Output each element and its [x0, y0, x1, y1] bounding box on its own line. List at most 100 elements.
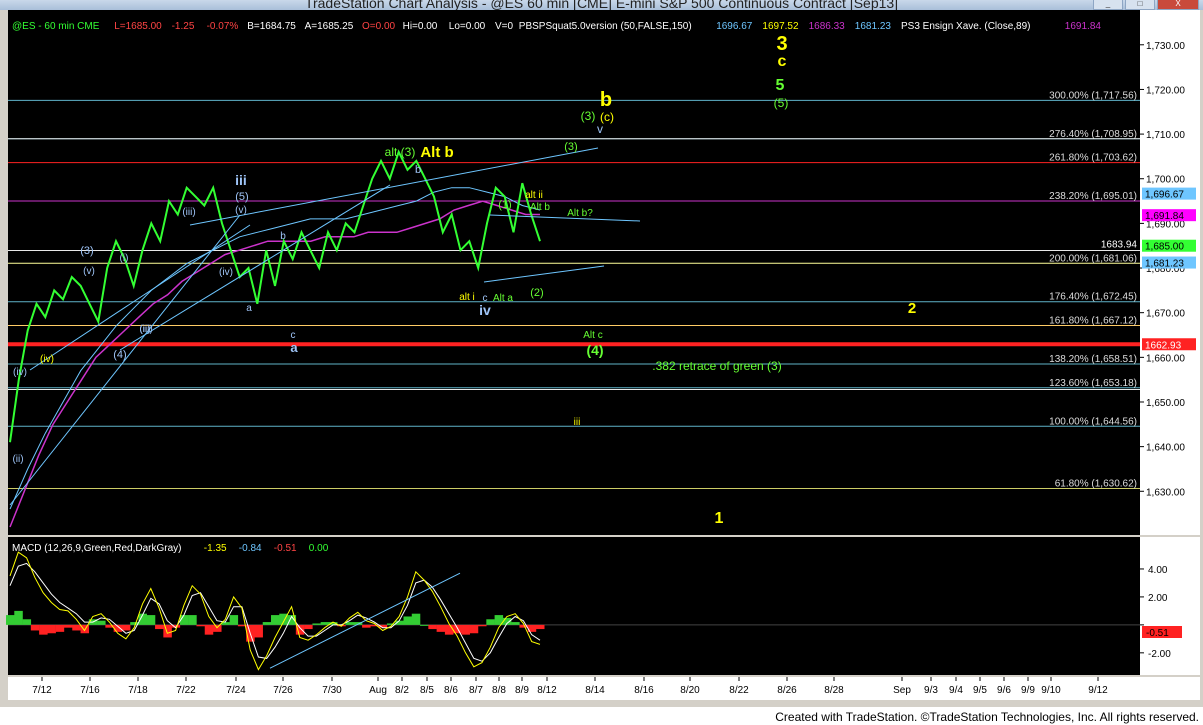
macd-legend-item: -0.84	[239, 543, 262, 554]
x-tick-label: 8/22	[729, 685, 749, 696]
macd-histogram-bar	[271, 615, 280, 625]
wave-label: a	[246, 303, 252, 314]
macd-histogram-bar	[486, 619, 495, 625]
x-tick-label: 8/6	[444, 685, 458, 696]
x-tick-label: 9/6	[997, 685, 1011, 696]
fib-label: 238.20% (1,695.01)	[1049, 191, 1137, 202]
macd-histogram-bar	[436, 624, 446, 632]
y-tick-label: 1,700.00	[1146, 175, 1185, 186]
macd-legend-item: -1.35	[204, 543, 227, 554]
wave-label: (2)	[530, 287, 543, 299]
macd-panel	[8, 537, 1140, 675]
fib-label: 123.60% (1,653.18)	[1049, 378, 1137, 389]
footer: Created with TradeStation. ©TradeStation…	[0, 707, 1203, 725]
close-button[interactable]: X	[1157, 0, 1199, 10]
macd-legend-item: 0.00	[309, 543, 329, 554]
x-tick-label: Sep	[893, 685, 911, 696]
wave-label: Alt b?	[567, 208, 593, 219]
fib-label: 61.80% (1,630.62)	[1055, 479, 1137, 490]
wave-label: Alt c	[583, 330, 602, 341]
macd-value-tag-label: -0.51	[1146, 628, 1169, 639]
x-tick-label: 9/12	[1088, 685, 1108, 696]
wave-label: Alt b	[530, 202, 550, 213]
fib-label: 200.00% (1,681.06)	[1049, 253, 1137, 264]
wave-label: (ii)	[139, 324, 150, 335]
macd-histogram-bar	[63, 624, 73, 628]
legend-item: @ES - 60 min CME	[12, 21, 100, 32]
legend-item: 1696.67	[716, 21, 753, 32]
macd-histogram-bar	[411, 613, 421, 625]
x-tick-label: 9/10	[1041, 685, 1061, 696]
macd-histogram-bar	[420, 624, 429, 626]
legend-item: 1681.23	[855, 21, 892, 32]
fib-label: 161.80% (1,667.12)	[1049, 316, 1137, 327]
macd-histogram-bar	[146, 615, 156, 625]
wave-label: iii	[574, 417, 581, 428]
window-titlebar: TradeStation Chart Analysis - @ES 60 min…	[0, 0, 1203, 10]
macd-y-tick-label: 2.00	[1148, 593, 1168, 604]
axis-value-tag-label: 1,691.84	[1145, 211, 1184, 222]
x-tick-label: 9/4	[949, 685, 963, 696]
x-tick-label: 8/5	[420, 685, 434, 696]
window-controls: _ □ X	[1093, 0, 1199, 10]
x-tick-label: 7/22	[176, 685, 196, 696]
macd-histogram-bar	[428, 624, 437, 630]
wave-label: (ii)	[12, 454, 23, 465]
window-title: TradeStation Chart Analysis - @ES 60 min…	[304, 0, 899, 10]
wave-label: (5)	[774, 96, 789, 110]
y-tick-label: 1,670.00	[1146, 309, 1185, 320]
wave-label: alt (3)	[385, 145, 416, 159]
x-tick-label: 8/2	[395, 685, 409, 696]
macd-histogram-bar	[47, 624, 56, 634]
axis-value-tag-label: 1,681.23	[1145, 259, 1184, 270]
minimize-button[interactable]: _	[1093, 0, 1123, 10]
wave-label: (i)	[120, 253, 129, 264]
legend-item: O=0.00	[362, 21, 396, 32]
macd-histogram-bar	[30, 624, 40, 631]
maximize-button[interactable]: □	[1125, 0, 1155, 10]
axis-value-tag-label: 1,685.00	[1145, 242, 1184, 253]
macd-histogram-bar	[14, 610, 23, 625]
fib-label: 100.00% (1,644.56)	[1049, 416, 1137, 427]
wave-label: 5	[776, 77, 785, 94]
wave-label: 1	[715, 510, 724, 527]
macd-histogram-bar	[312, 623, 321, 625]
legend-item: Lo=0.00	[449, 21, 486, 32]
fib-label: 276.40% (1,708.95)	[1049, 129, 1137, 140]
legend-item: -0.07%	[207, 21, 239, 32]
wave-label: 2	[908, 300, 916, 317]
wave-label: alt i	[459, 292, 475, 303]
macd-histogram-bar	[478, 624, 487, 627]
x-tick-label: 7/16	[80, 685, 100, 696]
wave-label: (iii)	[182, 207, 195, 218]
x-tick-label: 7/30	[322, 685, 342, 696]
wave-label: iii	[235, 172, 247, 188]
macd-histogram-bar	[403, 616, 412, 625]
axis-value-tag-label: 1662.93	[1145, 340, 1182, 351]
macd-histogram-bar	[204, 624, 214, 635]
macd-histogram-bar	[39, 624, 48, 635]
legend-item: Hi=0.00	[403, 21, 438, 32]
wave-label: v	[597, 122, 603, 136]
wave-label: Alt a	[493, 293, 513, 304]
wave-label: a	[290, 340, 298, 355]
x-tick-label: 9/3	[924, 685, 938, 696]
wave-label: b	[280, 231, 286, 242]
price-chart: 1,630.00 1,640.00 1,650.00 1,660.00 1,670.00…	[6, 10, 1200, 700]
x-tick-label: 7/12	[32, 685, 52, 696]
legend-item: V=0	[495, 21, 514, 32]
macd-histogram-bar	[536, 624, 545, 630]
x-tick-label: 8/12	[537, 685, 557, 696]
x-tick-label: 7/18	[128, 685, 148, 696]
y-tick-label: 1,640.00	[1146, 443, 1185, 454]
macd-histogram-bar	[163, 624, 172, 638]
wave-label: (iv)	[13, 367, 27, 378]
macd-histogram-bar	[155, 624, 164, 630]
x-tick-label: 9/5	[973, 685, 987, 696]
wave-label: iv	[479, 302, 491, 318]
macd-histogram-bar	[188, 615, 197, 625]
y-tick-label: 1,730.00	[1146, 41, 1185, 52]
legend-item: L=1685.00	[114, 21, 162, 32]
x-tick-label: 7/26	[273, 685, 293, 696]
macd-legend-item: MACD (12,26,9,Green,Red,DarkGray)	[12, 543, 182, 554]
